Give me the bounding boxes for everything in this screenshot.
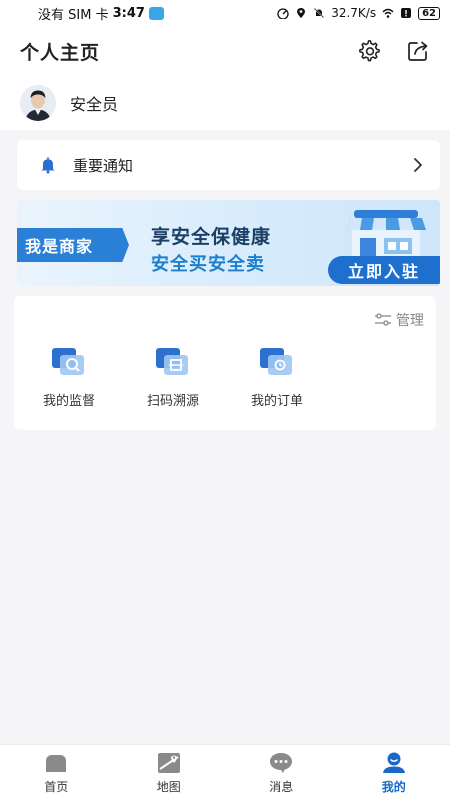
clock-text: 3:47: [112, 5, 145, 21]
banner-tag: 我是商家: [17, 228, 129, 262]
function-my-supervision[interactable]: 我的监督: [14, 346, 124, 409]
function-label: 扫码溯源: [146, 394, 199, 409]
function-scan-trace[interactable]: 扫码溯源: [118, 346, 228, 409]
speedometer-icon: [277, 8, 289, 19]
nav-label: 地图: [156, 779, 181, 794]
app-notification-icon: [148, 6, 164, 20]
banner-headline: 享安全保健康: [151, 226, 272, 248]
nav-item-messages[interactable]: 消息: [225, 745, 338, 800]
profile-row[interactable]: 安全员: [0, 76, 450, 130]
sliders-icon: [375, 313, 391, 326]
notice-left: 重要通知: [39, 155, 133, 176]
avatar-person-icon: [20, 85, 56, 121]
nav-label: 我的: [381, 779, 406, 794]
banner-subheadline: 安全买安全卖: [151, 254, 265, 275]
bell-icon: [41, 157, 55, 174]
function-label: 我的监督: [42, 394, 95, 409]
status-left: 没有 SIM 卡 3:47: [38, 4, 164, 23]
carrier-text: 没有 SIM 卡: [38, 7, 109, 23]
bottom-nav: 首页 地图 消息 我的: [0, 744, 450, 800]
scan-trace-icon: [156, 348, 188, 375]
function-my-orders[interactable]: 我的订单: [222, 346, 332, 409]
mute-bell-icon: [314, 7, 325, 19]
nav-item-map[interactable]: 地图: [113, 745, 226, 800]
wifi-icon: [382, 8, 394, 18]
message-icon: [270, 752, 293, 773]
important-notice-row[interactable]: 重要通知: [17, 140, 440, 190]
network-speed: 32.7K/s: [331, 6, 377, 20]
alert-icon: [401, 8, 412, 18]
nav-item-mine[interactable]: 我的: [338, 745, 450, 800]
merchant-banner[interactable]: 我是商家 享安全保健康 安全买安全卖 立即入驻: [17, 200, 440, 286]
avatar[interactable]: [20, 85, 56, 121]
username: 安全员: [70, 95, 119, 114]
profile-icon: [382, 752, 405, 773]
status-right: 32.7K/s 62: [277, 6, 440, 20]
chevron-right-icon: [414, 158, 422, 172]
gear-icon[interactable]: [358, 39, 382, 63]
manage-label: 管理: [396, 313, 424, 329]
home-icon: [46, 754, 67, 772]
nav-label: 首页: [44, 779, 69, 794]
map-icon: [157, 752, 180, 773]
join-now-button[interactable]: 立即入驻: [328, 256, 440, 284]
function-label: 我的订单: [250, 394, 303, 409]
nav-item-home[interactable]: 首页: [0, 745, 113, 800]
location-icon: [297, 8, 306, 18]
order-icon: [260, 348, 292, 375]
supervision-icon: [52, 348, 84, 375]
nav-label: 消息: [269, 779, 294, 794]
page-header: 个人主页: [0, 26, 450, 76]
share-icon[interactable]: [406, 39, 430, 63]
page-title: 个人主页: [20, 41, 101, 64]
header-actions: [358, 39, 430, 63]
functions-card: 管理 我的监督 扫码溯源 我的订单: [14, 296, 436, 430]
battery-indicator: 62: [418, 6, 440, 20]
notice-label: 重要通知: [73, 156, 134, 175]
status-bar: 没有 SIM 卡 3:47 32.7K/s 62: [0, 0, 450, 26]
manage-button[interactable]: 管理: [374, 310, 424, 330]
